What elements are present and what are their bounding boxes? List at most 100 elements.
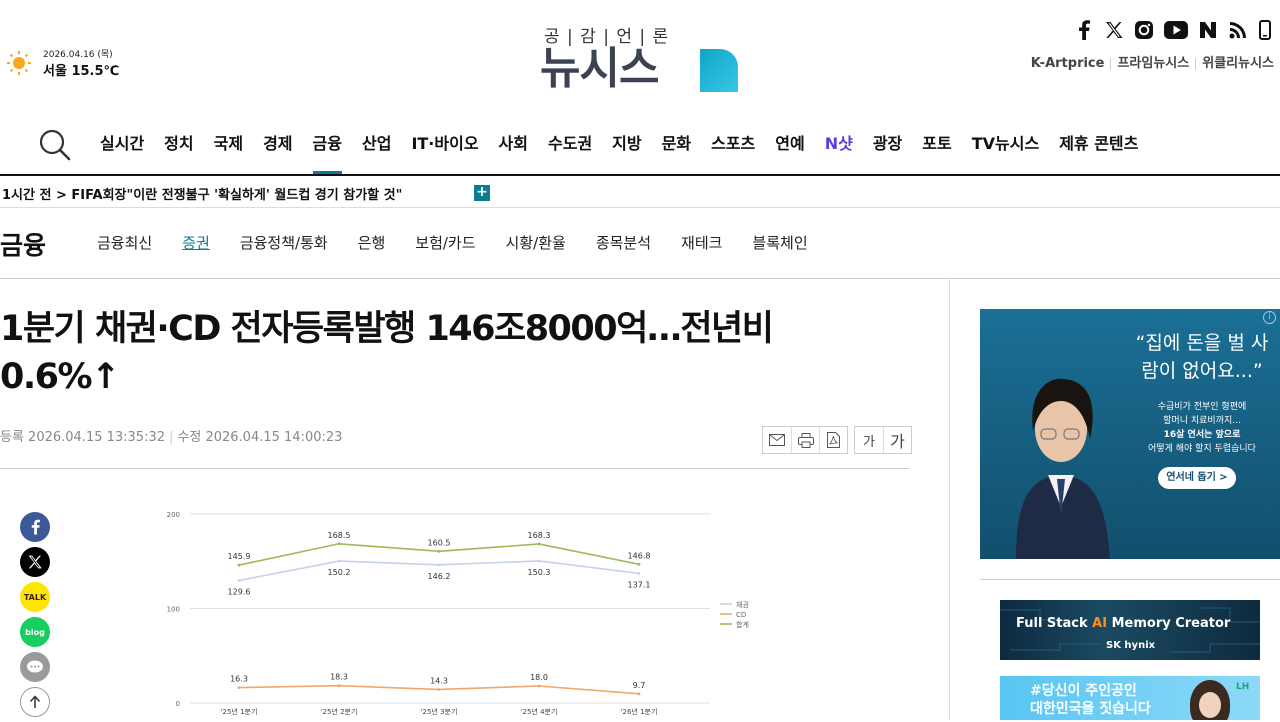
- print-icon[interactable]: [791, 427, 819, 453]
- data-point: [637, 572, 641, 575]
- nav-item-nshot[interactable]: N샷: [815, 120, 863, 174]
- logo-mark: [700, 49, 738, 92]
- youtube-icon[interactable]: [1164, 20, 1188, 40]
- kakaotalk-share-icon[interactable]: TALK: [20, 582, 50, 612]
- nav-item-plaza[interactable]: 광장: [863, 120, 912, 174]
- nav-item-sports[interactable]: 스포츠: [701, 120, 765, 174]
- student-photo: [1016, 378, 1110, 559]
- nav-item-finance[interactable]: 금융: [303, 120, 352, 174]
- nav-list: 실시간 정치 국제 경제 금융 산업 IT·바이오 사회 수도권 지방 문화 스…: [90, 120, 1148, 174]
- ad1-line2: 할머니 치료비까지...: [1163, 416, 1241, 426]
- nav-item-realtime[interactable]: 실시간: [90, 120, 154, 174]
- link-prime-newsis[interactable]: 프라임뉴시스: [1110, 57, 1195, 70]
- data-point: [237, 563, 241, 567]
- tab-finance-policy[interactable]: 금융정책/통화: [225, 232, 343, 253]
- tab-fintech[interactable]: 재테크: [666, 232, 737, 253]
- data-label: 160.5: [428, 538, 451, 547]
- data-label: 168.3: [528, 531, 551, 540]
- plus-icon[interactable]: +: [474, 185, 490, 201]
- mobile-icon[interactable]: [1258, 20, 1272, 40]
- data-point: [437, 549, 441, 553]
- ad-info-icon[interactable]: i: [1263, 311, 1276, 324]
- weather-widget: 2026.04.16 (목) 서울 15.5℃: [4, 46, 154, 80]
- tab-bank[interactable]: 은행: [343, 232, 401, 253]
- nav-item-metro[interactable]: 수도권: [538, 120, 602, 174]
- search-icon[interactable]: [38, 128, 72, 162]
- blog-share-icon[interactable]: blog: [20, 617, 50, 647]
- tab-finance-latest[interactable]: 금융최신: [82, 232, 167, 253]
- rss-icon[interactable]: [1228, 20, 1248, 40]
- ad1-quote: “집에 돈을 벌 사람이 없어요...”: [1135, 332, 1269, 382]
- comment-icon[interactable]: [20, 652, 50, 682]
- nav-item-society[interactable]: 사회: [489, 120, 538, 174]
- data-label: 146.8: [628, 551, 651, 560]
- naver-icon[interactable]: [1198, 20, 1218, 40]
- legend-label: 합계: [736, 620, 749, 629]
- instagram-icon[interactable]: [1134, 20, 1154, 40]
- ad3-portrait: [1190, 680, 1230, 720]
- site-logo[interactable]: 공 | 감 | 언 | 론 뉴시스: [540, 22, 740, 96]
- tab-blockchain[interactable]: 블록체인: [737, 232, 822, 253]
- data-point: [237, 686, 241, 689]
- ticker-headline[interactable]: 1시간 전 > FIFA회장"이란 전쟁불구 '확실하게' 월드컵 경기 참가할…: [2, 184, 402, 203]
- tab-stock-analysis[interactable]: 종목분석: [581, 232, 666, 253]
- link-weekly-newsis[interactable]: 위클리뉴시스: [1195, 57, 1280, 70]
- lh-ad[interactable]: #당신이 주인공인 대한민국을 짓습니다 LH: [1000, 676, 1260, 720]
- ad1-body: 수급비가 전부인 형편에 할머니 치료비까지... 16살 연서는 앞으로 어떻…: [1132, 400, 1272, 456]
- social-links: [1074, 18, 1272, 42]
- data-label: 137.1: [628, 580, 651, 589]
- facebook-share-icon[interactable]: [20, 512, 50, 542]
- ad3-line2: 대한민국을 짓습니다: [1030, 701, 1151, 717]
- ad1-line3: 16살 연서는 앞으로: [1163, 430, 1241, 440]
- ad1-cta-button[interactable]: 연서네 돕기 >: [1158, 467, 1236, 489]
- y-tick-label: 200: [167, 511, 180, 519]
- article-tools: 가 가: [762, 426, 912, 454]
- nav-item-photo[interactable]: 포토: [912, 120, 961, 174]
- divider: [980, 579, 1280, 580]
- x-tick-label: '25년 4분기: [521, 707, 558, 716]
- nav-item-economy[interactable]: 경제: [253, 120, 302, 174]
- font-increase-button[interactable]: 가: [883, 427, 911, 453]
- x-share-icon[interactable]: [20, 547, 50, 577]
- article-headline: 1분기 채권·CD 전자등록발행 146조8000억…전년비 0.6%↑: [0, 309, 774, 397]
- data-label: 129.6: [228, 588, 251, 597]
- nav-item-world[interactable]: 국제: [204, 120, 253, 174]
- nav-item-regional[interactable]: 지방: [602, 120, 651, 174]
- nav-item-partner[interactable]: 제휴 콘텐츠: [1049, 120, 1148, 174]
- issuance-chart: 0 100 200 '25년 1분기 '25년 2분기 '25년 3분기 '25년 4분기 '…: [167, 511, 749, 716]
- nav-item-it-bio[interactable]: IT·바이오: [401, 120, 488, 174]
- ad2-text-a: Full Stack: [1016, 616, 1093, 631]
- y-tick-label: 100: [167, 606, 180, 614]
- data-point: [237, 579, 241, 582]
- email-icon[interactable]: [763, 427, 791, 453]
- main-nav: 실시간 정치 국제 경제 금융 산업 IT·바이오 사회 수도권 지방 문화 스…: [0, 120, 1280, 176]
- data-point: [637, 692, 641, 696]
- nav-item-entertainment[interactable]: 연예: [765, 120, 814, 174]
- skhynix-ad[interactable]: Full Stack AI Memory Creator SK hynix: [1000, 600, 1260, 660]
- pdf-icon[interactable]: [819, 427, 847, 453]
- nav-item-tv[interactable]: TV뉴시스: [962, 120, 1049, 174]
- x-tick-label: '26년 1분기: [621, 707, 658, 716]
- x-icon[interactable]: [1104, 20, 1124, 40]
- logo-wordmark: 뉴시스: [540, 43, 659, 94]
- tab-securities[interactable]: 증권: [167, 232, 225, 253]
- scroll-top-icon[interactable]: [20, 687, 50, 717]
- section-nav: 금융 금융최신 증권 금융정책/통화 은행 보험/카드 시황/환율 종목분석 재…: [0, 208, 1280, 279]
- charity-ad[interactable]: “집에 돈을 벌 사람이 없어요...” 수급비가 전부인 형편에 할머니 치료…: [980, 309, 1280, 559]
- nav-item-politics[interactable]: 정치: [154, 120, 203, 174]
- data-label: 150.3: [528, 568, 551, 577]
- font-decrease-button[interactable]: 가: [855, 427, 883, 453]
- facebook-icon[interactable]: [1074, 20, 1094, 40]
- weather-date: 2026.04.16 (목): [43, 50, 113, 60]
- ad2-text-c: Memory Creator: [1107, 616, 1231, 631]
- nav-item-culture[interactable]: 문화: [652, 120, 701, 174]
- section-tabs: 금융최신 증권 금융정책/통화 은행 보험/카드 시황/환율 종목분석 재테크 …: [82, 232, 823, 253]
- data-label: 18.0: [530, 673, 548, 682]
- data-point: [337, 684, 341, 688]
- tab-market-fx[interactable]: 시황/환율: [491, 232, 581, 253]
- link-k-artprice[interactable]: K-Artprice: [1025, 57, 1111, 70]
- ad2-text-b: AI: [1092, 616, 1108, 631]
- tab-insurance-card[interactable]: 보험/카드: [400, 232, 490, 253]
- nav-item-industry[interactable]: 산업: [352, 120, 401, 174]
- data-label: 16.3: [230, 675, 248, 684]
